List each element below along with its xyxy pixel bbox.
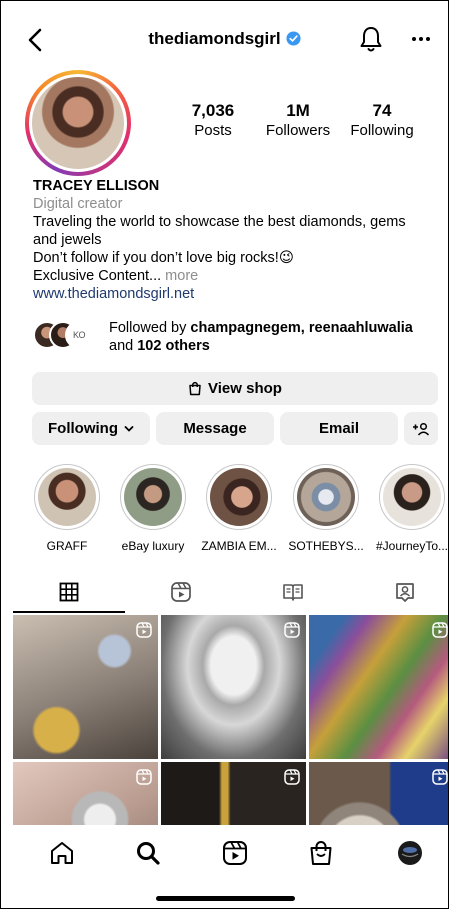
highlight-zambia[interactable]: ZAMBIA EM...: [201, 464, 277, 553]
posts-label: Posts: [194, 122, 232, 139]
highlight-ebay-luxury[interactable]: eBay luxury: [118, 464, 188, 553]
followed-by-row[interactable]: KO Followed by champagnegem, reenaahluwa…: [33, 319, 443, 359]
bio-line-3-text: Exclusive Content...: [33, 268, 162, 284]
tab-posts-grid[interactable]: [13, 571, 125, 613]
highlight-label: #JourneyTo...: [375, 539, 449, 553]
stat-posts[interactable]: 7,036 Posts: [186, 101, 240, 141]
reels-icon: [170, 581, 192, 603]
username: thediamondsgirl: [148, 29, 281, 48]
category-label: Digital creator: [33, 196, 123, 212]
home-icon[interactable]: [48, 839, 76, 867]
profile-picture: [32, 77, 124, 169]
highlight-label: GRAFF: [46, 539, 88, 553]
top-bar: thediamondsgirl: [1, 23, 448, 57]
suggested-people-button[interactable]: [404, 412, 438, 445]
email-button-label: Email: [318, 420, 360, 437]
grid-icon: [59, 582, 79, 602]
search-icon[interactable]: [134, 839, 162, 867]
bio-line-3: Exclusive Content... more: [33, 267, 433, 285]
view-shop-label: View shop: [208, 380, 282, 397]
shop-icon[interactable]: [307, 839, 335, 867]
message-button[interactable]: Message: [156, 412, 274, 445]
website-link[interactable]: www.thediamondsgirl.net: [33, 285, 433, 303]
highlight-cover: [379, 464, 445, 530]
stat-followers[interactable]: 1M Followers: [263, 101, 333, 141]
profile-screen: thediamondsgirl 7,036 Posts 1M Followers…: [0, 0, 449, 909]
active-tab-indicator: [13, 611, 125, 613]
following-button[interactable]: Following: [32, 412, 150, 445]
following-label: Following: [350, 122, 414, 139]
highlight-graff[interactable]: GRAFF: [32, 464, 102, 553]
post-thumbnail[interactable]: [161, 762, 306, 825]
highlight-cover: [120, 464, 186, 530]
followers-count: 1M: [286, 101, 310, 120]
posts-count: 7,036: [191, 101, 235, 120]
post-thumbnail[interactable]: [309, 615, 448, 759]
post-thumbnail[interactable]: [161, 615, 306, 759]
followed-prefix: Followed by: [109, 320, 191, 336]
message-button-label: Message: [183, 420, 247, 437]
bottom-navigation: [1, 825, 448, 883]
post-thumbnail[interactable]: [13, 762, 158, 825]
highlight-cover: [293, 464, 359, 530]
followed-and: and: [109, 338, 138, 354]
followed-count: 102 others: [137, 338, 210, 354]
profile-avatar-story-ring[interactable]: [25, 70, 131, 176]
bio-line-2: Don’t follow if you don’t love big rocks…: [33, 250, 294, 266]
followed-by-text: Followed by champagnegem, reenaahluwalia…: [109, 319, 413, 355]
highlight-sothebys[interactable]: SOTHEBYS...: [288, 464, 364, 553]
view-shop-button[interactable]: View shop: [32, 372, 438, 405]
content-tabs: [1, 571, 448, 613]
display-name: TRACEY ELLISON: [33, 178, 160, 194]
tab-reels[interactable]: [125, 571, 237, 613]
highlight-label: SOTHEBYS...: [288, 539, 364, 553]
reels-nav-icon[interactable]: [221, 839, 249, 867]
bio-more-link[interactable]: more: [161, 268, 198, 284]
followed-names: champagnegem, reenaahluwalia: [190, 320, 413, 336]
post-thumbnail[interactable]: [309, 762, 448, 825]
followers-label: Followers: [265, 122, 331, 139]
tab-tagged[interactable]: [349, 571, 448, 613]
highlight-journey[interactable]: #JourneyTo...: [376, 464, 448, 553]
posts-grid: [13, 615, 448, 825]
reel-badge-icon: [432, 769, 448, 785]
reel-badge-icon: [432, 622, 448, 638]
notification-bell-icon[interactable]: [359, 25, 383, 53]
following-button-label: Following: [48, 420, 118, 437]
highlight-label: ZAMBIA EM...: [201, 539, 277, 553]
highlight-cover: [206, 464, 272, 530]
profile-avatar[interactable]: [396, 839, 424, 867]
follower-avatar-3: KO: [65, 321, 93, 349]
reel-badge-icon: [136, 622, 152, 638]
tab-guides[interactable]: [237, 571, 349, 613]
bio-section: TRACEY ELLISON Digital creator Traveling…: [33, 177, 433, 303]
reel-badge-icon: [136, 769, 152, 785]
tagged-icon: [394, 581, 416, 603]
following-count: 74: [372, 101, 392, 120]
chevron-down-icon: [124, 425, 134, 433]
reel-badge-icon: [284, 769, 300, 785]
more-options-icon[interactable]: [409, 31, 433, 47]
email-button[interactable]: Email: [280, 412, 398, 445]
stat-following[interactable]: 74 Following: [346, 101, 418, 141]
shop-bag-icon: [188, 381, 202, 396]
reel-badge-icon: [284, 622, 300, 638]
highlight-cover: [34, 464, 100, 530]
verified-badge-icon: [286, 31, 301, 46]
post-thumbnail[interactable]: [13, 615, 158, 759]
guide-icon: [282, 581, 304, 603]
bio-line-1: Traveling the world to showcase the best…: [33, 214, 406, 248]
highlight-label: eBay luxury: [121, 539, 185, 553]
home-indicator-bar[interactable]: [156, 896, 295, 901]
add-person-icon: [412, 422, 430, 436]
